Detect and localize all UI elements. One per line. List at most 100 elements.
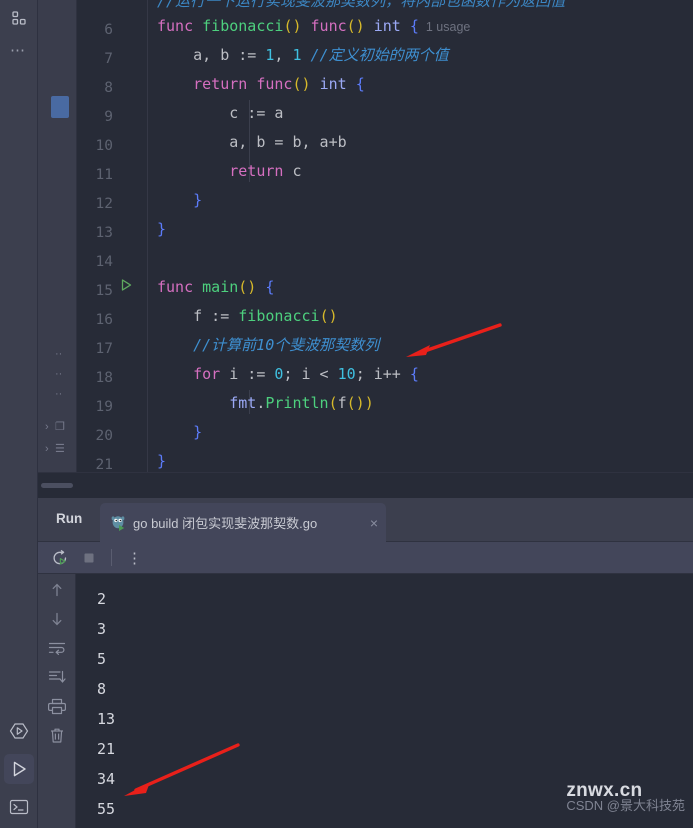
line-number: 20: [95, 428, 113, 444]
line-number: 11: [95, 167, 113, 183]
chevron-right-icon[interactable]: ›: [45, 421, 55, 433]
code-line: a, b = b, a+b: [157, 133, 347, 151]
project-structure-icon[interactable]: [4, 3, 34, 33]
number: 1: [292, 46, 311, 64]
code-editor[interactable]: 6 7 8 9 10 11 12 13 14 15 16 17 18 19 20…: [77, 0, 693, 472]
console-side-toolbar: [38, 574, 76, 828]
clear-all-icon[interactable]: [47, 725, 67, 745]
soft-wrap-icon[interactable]: [47, 638, 67, 658]
code-text: ; i++: [355, 365, 410, 383]
identifier-fibonacci: fibonacci: [202, 17, 284, 35]
parens: (): [292, 75, 311, 93]
more-vertical-icon[interactable]: ⋮: [125, 548, 144, 567]
tree-node[interactable]: › ❐: [45, 420, 65, 433]
keyword-return: return: [193, 75, 248, 93]
code-text: i :=: [220, 365, 275, 383]
keyword-func: func: [256, 75, 293, 93]
next-occurrence-icon[interactable]: [47, 609, 67, 629]
parens: (): [319, 307, 338, 325]
code-line: }: [157, 425, 202, 440]
go-gopher-run-icon: [110, 515, 126, 531]
editor-horizontal-scrollbar-strip[interactable]: [38, 472, 693, 498]
code-text: c: [292, 162, 302, 180]
stop-icon[interactable]: [79, 548, 98, 567]
tree-node-label: ☰: [55, 443, 65, 455]
tree-node-label: ❐: [55, 421, 65, 433]
number: 10: [337, 365, 356, 383]
package-fmt: fmt: [229, 394, 257, 412]
brace: }: [193, 191, 203, 209]
tree-node[interactable]: ··: [45, 348, 62, 360]
identifier-main: main: [202, 278, 239, 296]
tree-node-label: ··: [55, 348, 63, 360]
code-line: }: [157, 193, 202, 208]
code-comment: //运行一下运行实现斐波那契数列，将内部包函数作为返回值: [157, 0, 566, 10]
code-line: return c: [157, 162, 302, 180]
code-line: c := a: [157, 106, 283, 121]
keyword-func: func: [157, 278, 194, 296]
selected-file-chip: [51, 96, 69, 118]
chevron-right-icon[interactable]: ›: [45, 443, 55, 455]
identifier-fibonacci: fibonacci: [238, 307, 320, 325]
previous-occurrence-icon[interactable]: [47, 580, 67, 600]
code-line: }: [157, 454, 166, 469]
line-number: 16: [95, 312, 113, 328]
editor-gutter[interactable]: 6 7 8 9 10 11 12 13 14 15 16 17 18 19 20…: [77, 0, 147, 472]
keyword-func: func: [157, 17, 194, 35]
run-window-title: Run: [56, 511, 83, 526]
brace: }: [193, 423, 203, 441]
code-text: c := a: [229, 104, 284, 122]
terminal-icon[interactable]: [4, 792, 34, 822]
code-line: a, b := 1, 1 //定义初始的两个值: [157, 46, 448, 64]
brace: }: [157, 452, 167, 470]
tree-node[interactable]: ··: [45, 368, 62, 380]
run-tab-bar: Run go build 闭包实现斐波那契数.go ×: [38, 498, 693, 542]
line-number: 19: [95, 399, 113, 415]
code-line: //计算前10个斐波那契数列: [157, 338, 379, 353]
run-with-profiler-icon[interactable]: [4, 716, 34, 746]
tree-node[interactable]: › ☰: [45, 442, 65, 455]
line-number: 18: [95, 370, 113, 386]
toolbar-divider: [111, 549, 112, 566]
close-icon[interactable]: ×: [362, 515, 378, 531]
line-number: 21: [95, 457, 113, 472]
type-int: int: [373, 17, 401, 35]
output-line: 5: [97, 650, 107, 668]
line-number: 7: [104, 51, 113, 67]
line-number: 10: [95, 138, 113, 154]
print-icon[interactable]: [47, 696, 67, 716]
keyword-func: func: [310, 17, 347, 35]
rerun-icon[interactable]: [50, 548, 69, 567]
code-text-area[interactable]: //运行一下运行实现斐波那契数列，将内部包函数作为返回值 func fibona…: [148, 0, 693, 472]
scroll-to-end-icon[interactable]: [47, 667, 67, 687]
horizontal-scrollbar-thumb[interactable]: [41, 483, 73, 488]
run-gutter-icon[interactable]: [118, 277, 134, 293]
run-toolbar: ⋮: [38, 542, 693, 574]
keyword-return: return: [229, 162, 284, 180]
tree-node[interactable]: ··: [45, 388, 62, 400]
run-configuration-tab[interactable]: go build 闭包实现斐波那契数.go ×: [100, 503, 386, 542]
project-tree-sliver[interactable]: ·· ·· ·· › ❐ › ☰: [38, 0, 77, 497]
code-line: fmt.Println(f()): [157, 396, 374, 411]
tree-node-label: ··: [55, 368, 63, 380]
code-text: ; i <: [283, 365, 338, 383]
parens: ): [364, 394, 374, 412]
brace: {: [355, 75, 365, 93]
output-line: 13: [97, 710, 116, 728]
code-text: ,: [274, 46, 293, 64]
run-icon[interactable]: [4, 754, 34, 784]
console-output[interactable]: 2 3 5 8 13 21 34 55: [76, 574, 693, 828]
line-number: 14: [95, 254, 113, 270]
code-line: f := fibonacci(): [157, 309, 338, 324]
brace: {: [409, 17, 419, 35]
parens: (): [238, 278, 257, 296]
line-number: 15: [95, 283, 113, 299]
code-text: a, b = b, a+b: [229, 133, 347, 151]
more-options-icon[interactable]: ⋯: [10, 43, 27, 58]
code-line-clipped: //运行一下运行实现斐波那契数列，将内部包函数作为返回值: [157, 0, 565, 9]
code-text: f: [337, 394, 347, 412]
usage-hint[interactable]: 1 usage: [426, 20, 470, 34]
line-number: 8: [104, 80, 113, 96]
output-line: 8: [97, 680, 107, 698]
code-line: func fibonacci() func() int { 1 usage: [157, 19, 470, 35]
